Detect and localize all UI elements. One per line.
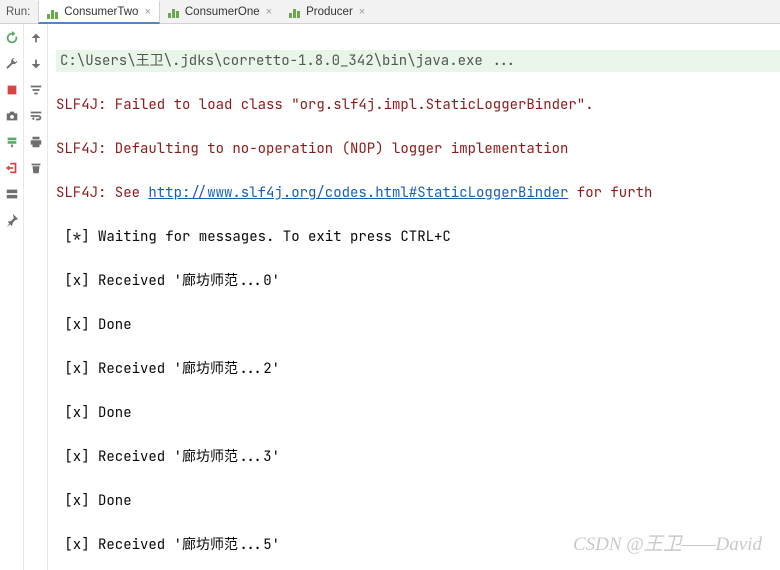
log-error-line: SLF4J: See http://www.slf4j.org/codes.ht… (56, 182, 780, 204)
wrap-icon[interactable] (28, 108, 44, 124)
log-error-line: SLF4J: Failed to load class "org.slf4j.i… (56, 94, 780, 116)
run-config-icon (47, 6, 60, 19)
pin-icon[interactable] (4, 212, 20, 228)
tab-consumer-two[interactable]: ConsumerTwo × (38, 0, 160, 24)
command-line: C:\Users\王卫\.jdks\corretto-1.8.0_342\bin… (56, 50, 780, 72)
close-icon[interactable]: × (266, 6, 272, 18)
slf4j-link[interactable]: http://www.slf4j.org/codes.html#StaticLo… (148, 184, 568, 202)
layout-icon[interactable] (4, 186, 20, 202)
print-icon[interactable] (28, 134, 44, 150)
camera-icon[interactable] (4, 108, 20, 124)
log-error-line: SLF4J: Defaulting to no-operation (NOP) … (56, 138, 780, 160)
close-icon[interactable]: × (359, 6, 365, 18)
trash-icon[interactable] (28, 160, 44, 176)
tab-producer[interactable]: Producer × (281, 0, 374, 23)
main-area: C:\Users\王卫\.jdks\corretto-1.8.0_342\bin… (0, 24, 780, 570)
rerun-icon[interactable] (4, 30, 20, 46)
run-label: Run: (0, 6, 38, 18)
run-header: Run: ConsumerTwo × ConsumerOne × Produce… (0, 0, 780, 24)
log-line: [x] Received '廊坊师范...2' (56, 358, 780, 380)
tab-label: Producer (306, 6, 353, 18)
wrench-icon[interactable] (4, 56, 20, 72)
run-toolbar-left (0, 24, 24, 570)
filter-icon[interactable] (28, 82, 44, 98)
log-line: [x] Done (56, 490, 780, 512)
tab-consumer-one[interactable]: ConsumerOne × (160, 0, 281, 23)
dump-icon[interactable] (4, 134, 20, 150)
log-line: [x] Received '廊坊师范...0' (56, 270, 780, 292)
run-tabs: ConsumerTwo × ConsumerOne × Producer × (38, 0, 374, 23)
arrow-down-icon[interactable] (28, 56, 44, 72)
console-output[interactable]: C:\Users\王卫\.jdks\corretto-1.8.0_342\bin… (48, 24, 780, 570)
close-icon[interactable]: × (144, 6, 150, 18)
log-line: [x] Done (56, 314, 780, 336)
exit-icon[interactable] (4, 160, 20, 176)
run-config-icon (168, 5, 181, 18)
log-line: [x] Received '廊坊师范...3' (56, 446, 780, 468)
run-config-icon (289, 5, 302, 18)
log-line: [x] Done (56, 402, 780, 424)
tab-label: ConsumerOne (185, 6, 260, 18)
log-line: [x] Received '廊坊师范...5' (56, 534, 780, 556)
stop-icon[interactable] (4, 82, 20, 98)
arrow-up-icon[interactable] (28, 30, 44, 46)
console-toolbar (24, 24, 48, 570)
tab-label: ConsumerTwo (64, 6, 138, 18)
log-line: [*] Waiting for messages. To exit press … (56, 226, 780, 248)
